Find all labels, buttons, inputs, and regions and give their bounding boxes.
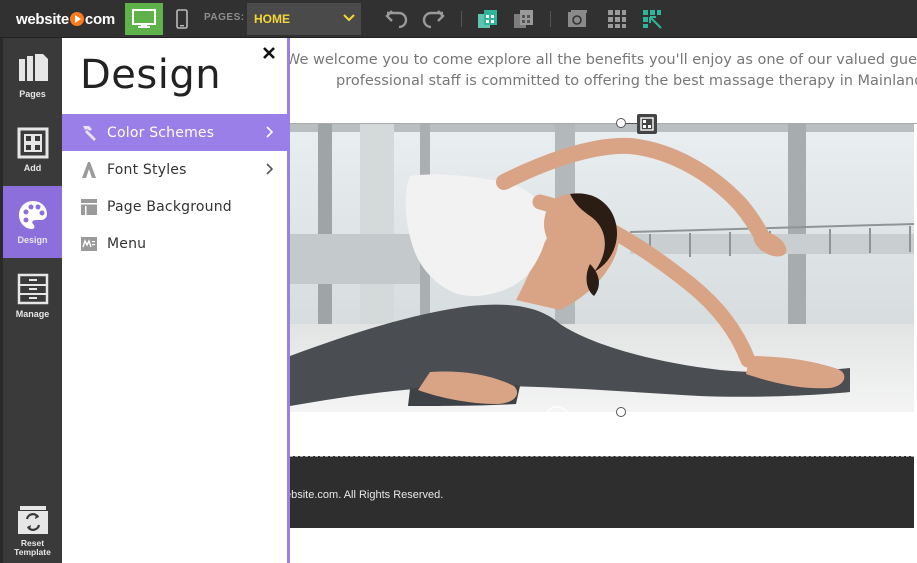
left-rail: Pages Add Design Manage Reset Template xyxy=(0,38,62,563)
chevron-right-icon xyxy=(266,126,273,138)
pages-dropdown[interactable]: HOME xyxy=(247,3,361,35)
chevron-right-icon xyxy=(266,163,273,175)
page-canvas: We welcome you to come explore all the b… xyxy=(290,38,917,563)
grid-button[interactable] xyxy=(604,6,630,32)
welcome-line-2: professional staff is committed to offer… xyxy=(336,73,917,89)
rail-item-pages[interactable]: Pages xyxy=(3,40,62,112)
close-icon xyxy=(263,47,275,59)
grid-icon xyxy=(608,10,626,28)
preview-icon xyxy=(568,10,587,27)
reset-template-button[interactable]: Reset Template xyxy=(3,498,62,563)
rail-item-add[interactable]: Add xyxy=(3,114,62,186)
edit-slideshow-icon xyxy=(640,117,654,131)
resize-handle-bottom[interactable] xyxy=(616,407,626,417)
toolbar-divider xyxy=(550,11,551,27)
undo-button[interactable] xyxy=(384,6,410,32)
manage-icon xyxy=(17,273,48,305)
add-icon xyxy=(17,127,48,159)
menu-item-label: Page Background xyxy=(107,198,232,215)
resize-handle-top[interactable] xyxy=(616,118,626,128)
background-icon xyxy=(80,198,98,216)
font-icon xyxy=(80,161,98,179)
editor-app: website com PAGES: HOME Pages Add Design… xyxy=(0,0,917,563)
redo-icon xyxy=(422,10,445,29)
rail-label: Design xyxy=(17,235,48,245)
edit-slideshow-button[interactable] xyxy=(637,114,657,134)
welcome-line-1: We welcome you to come explore all the b… xyxy=(290,52,917,68)
toolbar-divider xyxy=(461,11,462,27)
panel-title: Design xyxy=(80,52,222,98)
website-logo[interactable]: website com xyxy=(16,9,115,29)
current-page-value: HOME xyxy=(254,12,290,26)
desktop-view-button[interactable] xyxy=(125,3,163,35)
menu-item-menu[interactable]: Menu xyxy=(62,225,287,262)
welcome-text[interactable]: We welcome you to come explore all the b… xyxy=(290,50,917,92)
rail-label: Manage xyxy=(15,309,50,319)
logo-play-icon xyxy=(69,12,84,26)
pages-label: PAGES: xyxy=(204,12,245,23)
palette-icon xyxy=(18,201,47,229)
close-panel-button[interactable] xyxy=(261,45,277,61)
menu-item-label: Font Styles xyxy=(107,161,187,178)
design-menu: Color Schemes Font Styles Page Backgroun… xyxy=(62,114,287,262)
copyright-text: ebsite.com. All Rights Reserved. xyxy=(290,489,444,501)
top-toolbar: website com PAGES: HOME xyxy=(0,0,917,38)
pages-icon xyxy=(18,54,48,81)
mobile-icon xyxy=(176,9,188,29)
rail-item-manage[interactable]: Manage xyxy=(3,260,62,332)
menu-item-font-styles[interactable]: Font Styles xyxy=(62,151,287,188)
copy-page-icon xyxy=(478,10,497,28)
design-panel: Design Color Schemes Font Styles Page Ba… xyxy=(62,38,290,563)
slideshow-image[interactable] xyxy=(290,124,914,412)
menu-item-label: Color Schemes xyxy=(107,124,215,141)
pause-button[interactable] xyxy=(544,406,570,412)
paste-page-button[interactable] xyxy=(511,6,537,32)
logo-text-right: com xyxy=(84,10,115,28)
reset-label-line2: Template xyxy=(14,547,51,557)
redo-button[interactable] xyxy=(420,6,446,32)
hammer-icon xyxy=(80,124,98,142)
rail-label: Add xyxy=(23,163,42,173)
preview-button[interactable] xyxy=(565,6,591,32)
paste-page-icon xyxy=(514,10,533,28)
yoga-photo xyxy=(290,124,914,412)
rail-label: Pages xyxy=(19,89,46,99)
desktop-icon xyxy=(132,9,156,28)
chevron-down-icon xyxy=(343,14,355,22)
page-footer[interactable]: ebsite.com. All Rights Reserved. xyxy=(290,456,914,528)
logo-text-left: website xyxy=(16,10,69,28)
menu-item-label: Menu xyxy=(107,235,147,252)
menu-item-color-schemes[interactable]: Color Schemes xyxy=(62,114,287,151)
mobile-view-button[interactable] xyxy=(163,3,201,35)
rail-item-design[interactable]: Design xyxy=(3,186,62,258)
menu-item-page-background[interactable]: Page Background xyxy=(62,188,287,225)
layout-icon xyxy=(643,10,662,29)
undo-icon xyxy=(385,10,408,29)
layout-button[interactable] xyxy=(639,6,665,32)
reset-icon xyxy=(17,506,48,534)
copy-page-button[interactable] xyxy=(475,6,501,32)
menu-icon xyxy=(80,235,98,253)
